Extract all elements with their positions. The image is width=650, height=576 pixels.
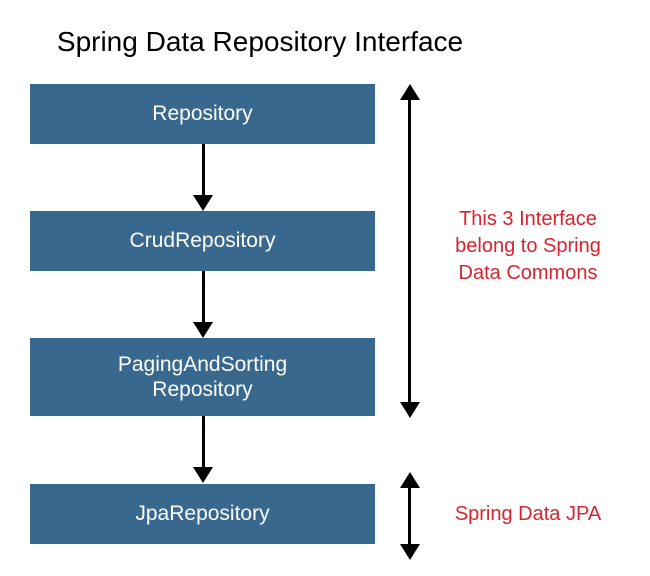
diagram-title: Spring Data Repository Interface	[10, 0, 510, 58]
box-repository: Repository	[30, 84, 375, 144]
annotation-commons: This 3 Interfacebelong to SpringData Com…	[438, 206, 618, 287]
box-paging-sorting-repository: PagingAndSortingRepository	[30, 338, 375, 416]
diagram-container: Repository CrudRepository PagingAndSorti…	[0, 76, 650, 566]
box-jpa-repository: JpaRepository	[30, 484, 375, 544]
annotation-jpa: Spring Data JPA	[438, 501, 618, 528]
box-crud-repository: CrudRepository	[30, 211, 375, 271]
